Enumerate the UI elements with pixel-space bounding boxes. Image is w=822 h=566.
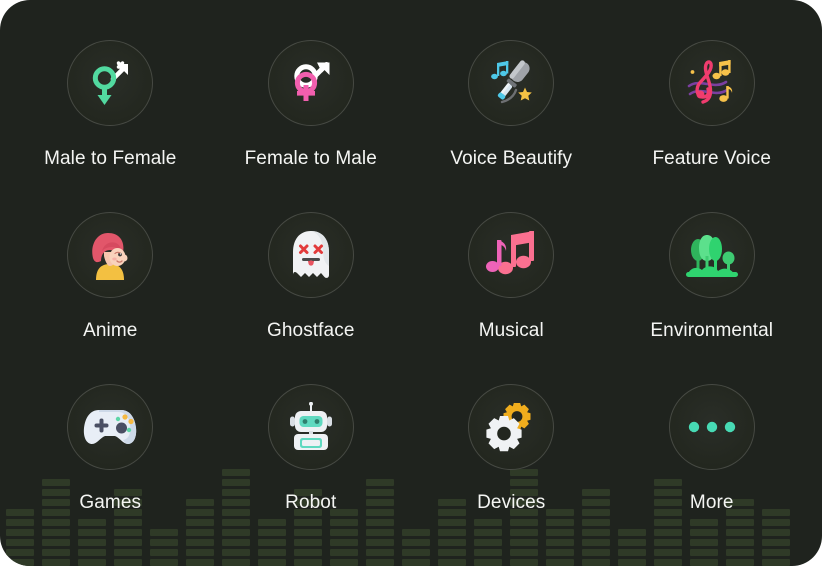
icon-circle <box>468 40 555 126</box>
icon-circle <box>67 212 154 298</box>
tile-label: More <box>689 492 734 513</box>
icon-circle <box>67 384 154 470</box>
gears-settings-icon <box>486 403 531 452</box>
tile-ghostface[interactable]: Ghostface <box>211 194 412 366</box>
tile-devices[interactable]: Devices <box>411 366 612 538</box>
tile-environmental[interactable]: Environmental <box>612 194 813 366</box>
tile-label: Games <box>79 492 142 513</box>
icon-circle <box>267 40 354 126</box>
tile-label: Male to Female <box>44 148 177 169</box>
tile-label: Female to Male <box>244 148 377 169</box>
icon-circle <box>67 40 154 126</box>
tile-anime[interactable]: Anime <box>10 194 211 366</box>
ghost-face-icon <box>292 231 329 278</box>
tile-male-to-female[interactable]: Male to Female <box>10 22 211 194</box>
gender-male-to-female-icon <box>93 61 129 105</box>
tile-label: Anime <box>83 320 138 341</box>
tile-label: Musical <box>478 320 544 341</box>
voice-effects-card: Male to Female Female to Male Voice Beau… <box>0 0 822 566</box>
icon-circle <box>267 384 354 470</box>
tile-female-to-male[interactable]: Female to Male <box>211 22 412 194</box>
icon-circle <box>668 384 755 470</box>
music-notes-icon <box>486 231 535 275</box>
effects-grid: Male to Female Female to Male Voice Beau… <box>0 0 822 566</box>
game-controller-icon <box>84 410 137 444</box>
icon-circle <box>668 212 755 298</box>
tile-label: Robot <box>285 492 337 513</box>
tile-voice-beautify[interactable]: Voice Beautify <box>411 22 612 194</box>
tile-label: Ghostface <box>266 320 355 341</box>
tile-games[interactable]: Games <box>10 366 211 538</box>
anime-girl-icon <box>92 233 128 280</box>
tile-feature-voice[interactable]: Feature Voice <box>612 22 813 194</box>
tile-label: Feature Voice <box>652 148 772 169</box>
tile-musical[interactable]: Musical <box>411 194 612 366</box>
tile-label: Voice Beautify <box>450 148 573 169</box>
gender-female-to-male-icon <box>294 62 330 101</box>
ellipsis-more-icon <box>688 421 735 433</box>
icon-circle <box>267 212 354 298</box>
icon-circle <box>668 40 755 126</box>
trees-nature-icon <box>685 235 738 277</box>
icon-circle <box>468 212 555 298</box>
tile-more[interactable]: More <box>612 366 813 538</box>
robot-icon <box>289 402 332 450</box>
microphone-star-icon <box>491 60 533 104</box>
treble-clef-notes-icon <box>687 60 732 104</box>
tile-label: Devices <box>477 492 546 513</box>
tile-label: Environmental <box>650 320 774 341</box>
icon-circle <box>468 384 555 470</box>
tile-robot[interactable]: Robot <box>211 366 412 538</box>
